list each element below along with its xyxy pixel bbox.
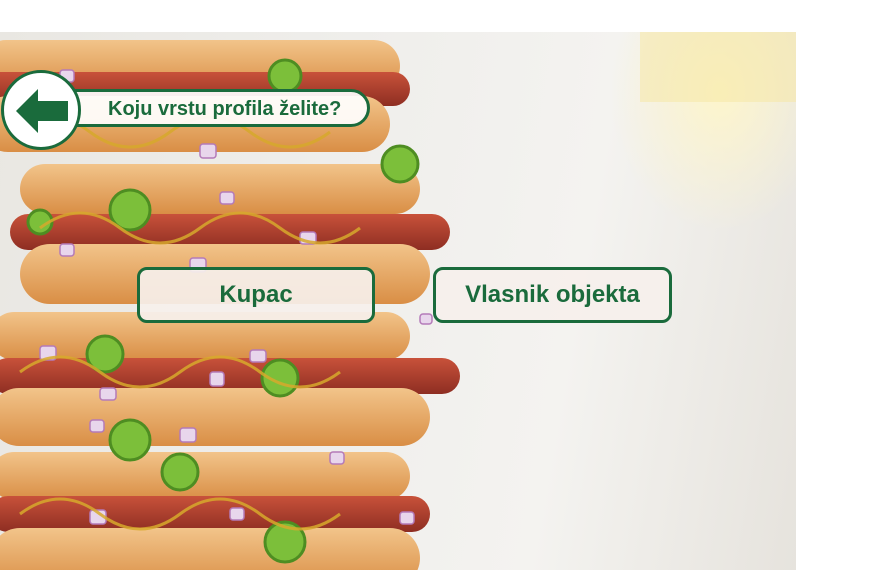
profile-type-screen: Koju vrstu profila želite? Kupac Vlasnik… [0, 0, 879, 570]
customer-button[interactable]: Kupac [137, 267, 375, 323]
venue-owner-button[interactable]: Vlasnik objekta [433, 267, 672, 323]
back-button[interactable] [1, 70, 81, 150]
arrow-left-icon [16, 89, 68, 133]
page-title: Koju vrstu profila želite? [108, 98, 342, 120]
